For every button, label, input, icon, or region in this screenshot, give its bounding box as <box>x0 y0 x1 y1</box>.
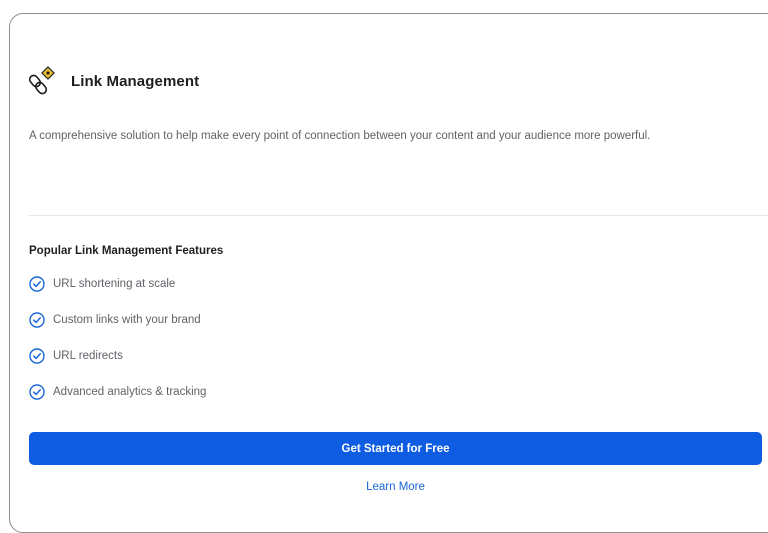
check-circle-icon <box>29 384 45 400</box>
check-circle-icon <box>29 276 45 292</box>
card-description: A comprehensive solution to help make ev… <box>29 130 651 142</box>
feature-item: Advanced analytics & tracking <box>29 383 206 401</box>
feature-item: URL redirects <box>29 347 206 365</box>
check-circle-icon <box>29 312 45 328</box>
feature-label: Advanced analytics & tracking <box>53 386 207 398</box>
learn-more-link[interactable]: Learn More <box>29 481 762 493</box>
features-heading: Popular Link Management Features <box>29 245 224 257</box>
check-circle-icon <box>29 348 45 364</box>
link-management-icon <box>28 65 55 97</box>
feature-item: Custom links with your brand <box>29 311 206 329</box>
get-started-button[interactable]: Get Started for Free <box>29 432 762 465</box>
feature-label: Custom links with your brand <box>53 314 201 326</box>
feature-list: URL shortening at scale Custom links wit… <box>29 275 206 419</box>
feature-label: URL shortening at scale <box>53 278 176 290</box>
product-card: Link Management A comprehensive solution… <box>9 13 768 533</box>
card-title: Link Management <box>71 72 200 90</box>
feature-item: URL shortening at scale <box>29 275 206 293</box>
card-header: Link Management <box>28 65 200 97</box>
feature-label: URL redirects <box>53 350 123 362</box>
section-divider <box>29 215 768 216</box>
